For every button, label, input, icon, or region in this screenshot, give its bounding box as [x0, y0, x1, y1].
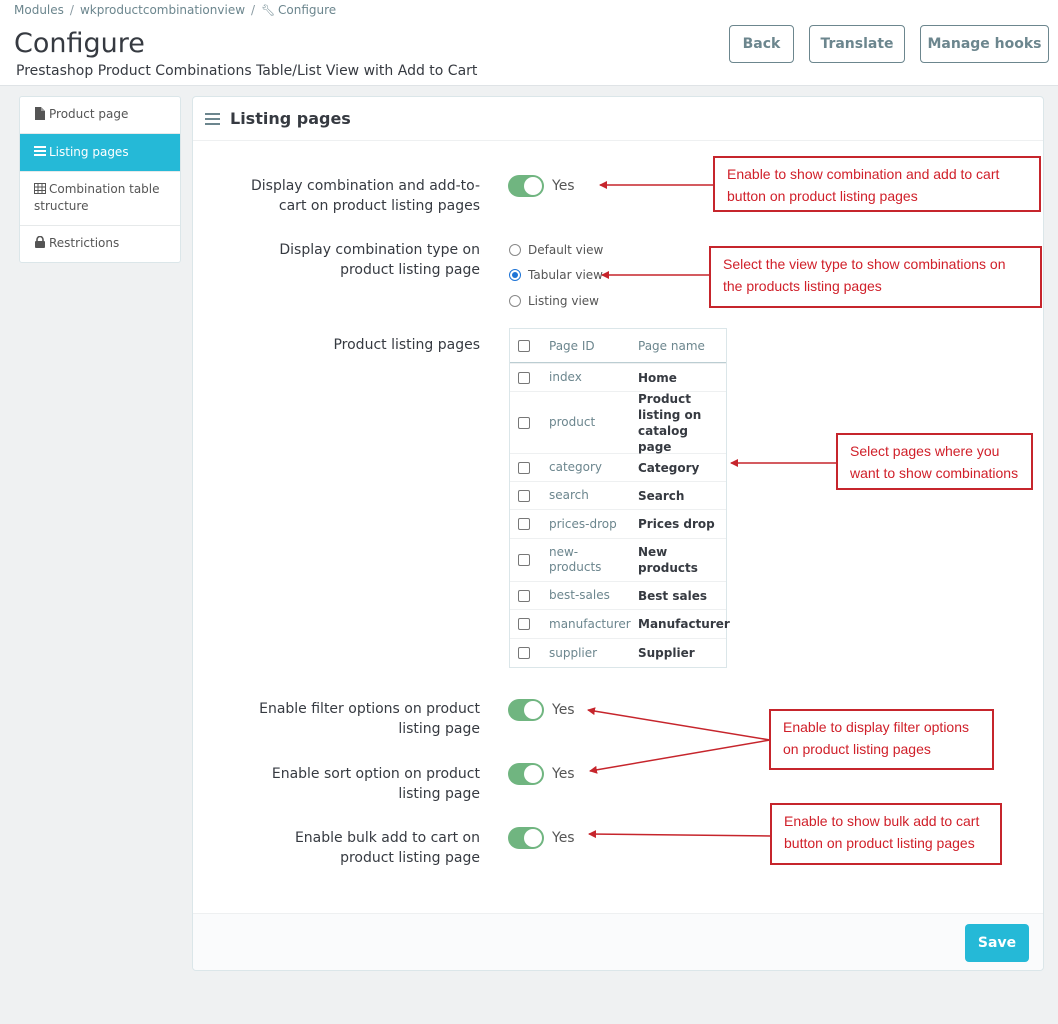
- page-name: New products: [638, 545, 698, 575]
- annotation-view-type: Select the view type to show combination…: [709, 246, 1042, 308]
- radio-label: Listing view: [528, 294, 599, 308]
- radio-button[interactable]: [509, 244, 521, 256]
- page-id: prices-drop: [549, 516, 617, 531]
- bulk-add-value: Yes: [552, 830, 575, 846]
- sidebar-item-text: Combination table structure: [34, 181, 166, 215]
- sidebar-item-product-page[interactable]: Product page: [20, 97, 180, 134]
- breadcrumb-modules[interactable]: Modules: [14, 3, 64, 17]
- breadcrumb-module[interactable]: wkproductcombinationview: [80, 3, 245, 17]
- page-title: Configure: [14, 28, 145, 59]
- table-row: search Search: [510, 481, 726, 509]
- save-button[interactable]: Save: [965, 924, 1029, 962]
- row-checkbox[interactable]: [518, 647, 530, 659]
- sidebar-item-restrictions[interactable]: Restrictions: [20, 226, 180, 262]
- breadcrumb: Modules / wkproductcombinationview / 🔧︎ Confi…: [14, 3, 337, 17]
- sort-option-switch[interactable]: [508, 763, 544, 785]
- sort-option-label: Enable sort option on product listing pa…: [271, 766, 480, 802]
- page-id: supplier: [549, 645, 598, 660]
- page-id: index: [549, 370, 582, 384]
- page-name: Category: [638, 460, 700, 475]
- page-subtitle: Prestashop Product Combinations Table/Li…: [16, 63, 478, 79]
- page-name: Supplier: [638, 646, 695, 660]
- row-checkbox[interactable]: [518, 554, 530, 566]
- column-header-page-name: Page name: [638, 338, 705, 353]
- sidebar-item-label: Combination table structure: [34, 182, 160, 213]
- bulk-add-switch[interactable]: [508, 827, 544, 849]
- list-icon: [34, 146, 46, 156]
- row-checkbox[interactable]: [518, 416, 530, 429]
- lock-icon: [35, 236, 45, 248]
- table-row: category Category: [510, 453, 726, 481]
- display-type-label: Display combination type on product list…: [279, 242, 480, 278]
- row-checkbox[interactable]: [518, 461, 530, 474]
- table-row: product Product listing on catalog page: [510, 391, 726, 454]
- table-icon: [34, 183, 46, 194]
- page-id: product: [549, 415, 596, 429]
- radio-label: Tabular view: [528, 268, 603, 282]
- radio-button[interactable]: [509, 295, 521, 307]
- panel-header: Listing pages: [193, 97, 1043, 141]
- page-name: Manufacturer: [638, 617, 730, 631]
- radio-button[interactable]: [509, 269, 521, 281]
- wrench-icon: 🔧︎: [261, 4, 276, 17]
- page-id: manufacturer: [549, 616, 631, 631]
- manage-hooks-button[interactable]: Manage hooks: [920, 25, 1049, 63]
- sidebar-nav: Product page Listing pages Combination t…: [19, 96, 181, 263]
- page-id: new-products: [549, 545, 602, 574]
- sidebar-item-label: Restrictions: [49, 236, 120, 250]
- display-combination-label: Display combination and add-to-cart on p…: [250, 178, 480, 214]
- sidebar-item-combination-table[interactable]: Combination table structure: [20, 172, 180, 226]
- sidebar-item-label: Product page: [49, 107, 129, 121]
- radio-listing-view[interactable]: Listing view: [509, 294, 599, 308]
- select-all-checkbox[interactable]: [518, 339, 530, 352]
- file-icon: [35, 107, 45, 120]
- listing-pages-table: Page ID Page name index Home product Pro…: [509, 328, 730, 668]
- table-row: new-products New products: [510, 538, 726, 581]
- listing-pages-label: Product listing pages: [333, 337, 480, 353]
- page-id: category: [549, 460, 603, 474]
- display-combination-switch[interactable]: [508, 175, 544, 197]
- annotation-bulk-add: Enable to show bulk add to cart button o…: [770, 803, 1002, 865]
- annotation-filter-options: Enable to display filter options on prod…: [769, 709, 994, 770]
- page-id: search: [549, 488, 589, 502]
- back-button[interactable]: Back: [729, 25, 794, 63]
- sort-option-value: Yes: [552, 766, 575, 782]
- radio-default-view[interactable]: Default view: [509, 243, 603, 257]
- sidebar-item-listing-pages[interactable]: Listing pages: [20, 134, 180, 172]
- bulk-add-label: Enable bulk add to cart on product listi…: [294, 830, 480, 866]
- filter-options-value: Yes: [552, 702, 575, 718]
- translate-button[interactable]: Translate: [809, 25, 905, 63]
- filter-options-label: Enable filter options on product listing…: [259, 701, 480, 737]
- table-row: manufacturer Manufacturer: [510, 609, 730, 638]
- filter-options-switch[interactable]: [508, 699, 544, 721]
- annotation-display-combination: Enable to show combination and add to ca…: [713, 156, 1041, 212]
- table-row: supplier Supplier: [510, 638, 726, 667]
- display-combination-value: Yes: [552, 178, 575, 194]
- panel-footer: Save: [193, 913, 1043, 970]
- panel-title: Listing pages: [230, 109, 351, 128]
- radio-label: Default view: [528, 243, 604, 257]
- menu-icon: [205, 112, 220, 125]
- breadcrumb-configure: Configure: [278, 3, 337, 17]
- page-name: Home: [638, 370, 677, 385]
- table-header: Page ID Page name: [510, 329, 726, 363]
- sidebar-item-label: Listing pages: [49, 145, 129, 159]
- column-header-page-id: Page ID: [549, 338, 595, 353]
- page-name: Prices drop: [638, 517, 715, 531]
- radio-tabular-view[interactable]: Tabular view: [509, 268, 603, 282]
- page-name: Product listing on catalog page: [638, 391, 702, 454]
- table-row: prices-drop Prices drop: [510, 509, 726, 538]
- row-checkbox[interactable]: [518, 371, 530, 384]
- table-row: index Home: [510, 363, 726, 391]
- table-row: best-sales Best sales: [510, 581, 726, 609]
- page-name: Best sales: [638, 588, 707, 603]
- page-header: Modules / wkproductcombinationview / 🔧︎ Confi…: [0, 0, 1058, 86]
- row-checkbox[interactable]: [518, 489, 530, 502]
- row-checkbox[interactable]: [518, 618, 530, 630]
- page-name: Search: [638, 488, 685, 503]
- annotation-listing-pages: Select pages where you want to show comb…: [836, 433, 1033, 490]
- row-checkbox[interactable]: [518, 518, 530, 530]
- page-id: best-sales: [549, 588, 610, 602]
- row-checkbox[interactable]: [518, 589, 530, 602]
